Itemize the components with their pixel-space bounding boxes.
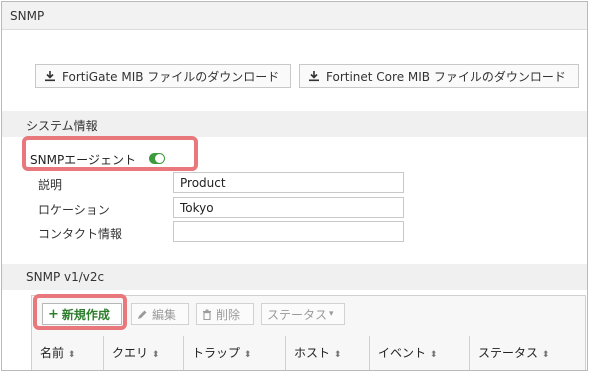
window-title: SNMP: [10, 9, 45, 23]
system-info-section-header: システム情報: [2, 111, 587, 137]
sort-icon: ⬍: [541, 350, 550, 360]
column-header-host[interactable]: ホスト ⬍: [286, 336, 370, 370]
create-new-button[interactable]: + 新規作成: [42, 303, 122, 325]
download-icon: [45, 71, 55, 82]
snmp-agent-label: SNMPエージェント: [30, 153, 136, 167]
snmp-v1v2c-heading: SNMP v1/v2c: [26, 270, 105, 284]
snmp-agent-toggle[interactable]: [149, 153, 165, 164]
contact-info-label: コンタクト情報: [38, 227, 123, 241]
sort-icon: ⬍: [151, 350, 160, 360]
status-dropdown-button[interactable]: ステータス ▾: [261, 303, 345, 325]
description-label: 説明: [38, 178, 63, 192]
snmp-window: SNMP FortiGate MIB ファイルのダウンロード Fortinet …: [1, 1, 588, 371]
system-info-heading: システム情報: [26, 119, 98, 133]
location-label: ロケーション: [38, 203, 110, 217]
description-input[interactable]: Product: [173, 172, 404, 193]
fortinet-core-mib-download-button[interactable]: Fortinet Core MIB ファイルのダウンロード: [299, 64, 579, 88]
status-label: ステータス: [267, 307, 328, 322]
column-header-host-label: ホスト: [294, 346, 331, 360]
column-header-query[interactable]: クエリ ⬍: [104, 336, 184, 370]
sort-icon: ⬍: [243, 350, 252, 360]
sort-icon: ⬍: [67, 350, 76, 360]
delete-button[interactable]: 削除: [196, 303, 254, 325]
column-header-event-label: イベント: [378, 346, 427, 360]
contact-info-input[interactable]: [173, 221, 404, 242]
fortinet-core-mib-download-label: Fortinet Core MIB ファイルのダウンロード: [326, 69, 566, 84]
fortigate-mib-download-label: FortiGate MIB ファイルのダウンロード: [62, 69, 280, 84]
edit-button[interactable]: 編集: [131, 303, 189, 325]
column-header-event[interactable]: イベント ⬍: [370, 336, 470, 370]
column-header-trap[interactable]: トラップ ⬍: [184, 336, 286, 370]
column-header-status-label: ステータス: [478, 346, 539, 360]
column-header-name-label: 名前: [40, 346, 65, 360]
column-header-trap-label: トラップ: [192, 346, 241, 360]
caret-down-icon: ▾: [329, 309, 334, 319]
title-bar: SNMP: [2, 2, 587, 30]
create-new-label: 新規作成: [61, 307, 110, 322]
download-icon: [309, 71, 319, 82]
column-header-query-label: クエリ: [112, 346, 149, 360]
delete-label: 削除: [216, 307, 241, 322]
column-header-status[interactable]: ステータス ⬍: [470, 336, 585, 370]
sort-icon: ⬍: [333, 350, 342, 360]
snmp-v1v2c-section-header: SNMP v1/v2c: [2, 264, 587, 290]
location-input[interactable]: Tokyo: [173, 197, 404, 218]
column-header-name[interactable]: 名前 ⬍: [32, 336, 104, 370]
pencil-icon: [138, 310, 147, 319]
plus-icon: +: [48, 306, 59, 322]
sort-icon: ⬍: [429, 350, 438, 360]
fortigate-mib-download-button[interactable]: FortiGate MIB ファイルのダウンロード: [35, 64, 291, 88]
trash-icon: [203, 309, 211, 320]
edit-label: 編集: [152, 307, 177, 322]
